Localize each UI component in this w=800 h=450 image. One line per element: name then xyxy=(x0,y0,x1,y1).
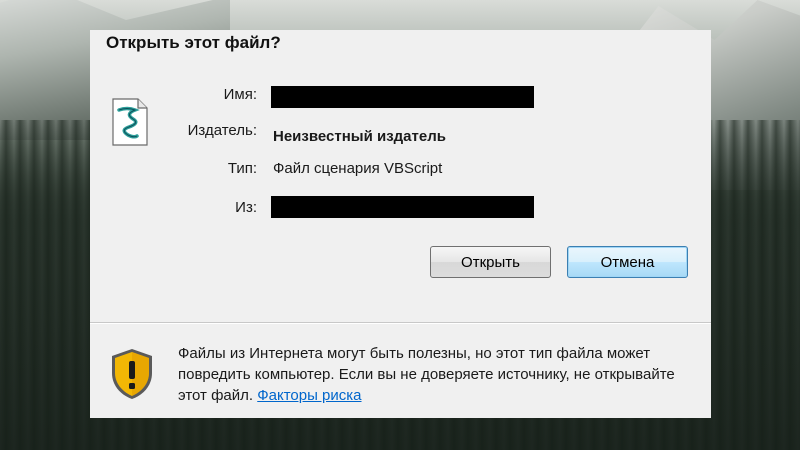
publisher-value: Неизвестный издатель xyxy=(273,128,446,145)
open-button[interactable]: Открыть xyxy=(430,246,551,278)
cancel-button[interactable]: Отмена xyxy=(567,246,688,278)
type-value: Файл сценария VBScript xyxy=(273,160,443,177)
open-file-dialog: Открыть этот файл? Имя: Издатель: Неизве… xyxy=(90,30,711,418)
from-label: Из: xyxy=(235,199,257,216)
warning-text: Файлы из Интернета могут быть полезны, н… xyxy=(178,345,675,404)
dialog-title: Открыть этот файл? xyxy=(106,33,281,52)
publisher-label: Издатель: xyxy=(187,122,257,139)
warning-message: Файлы из Интернета могут быть полезны, н… xyxy=(178,343,703,406)
from-value-redacted xyxy=(271,196,534,218)
shield-warning-icon xyxy=(112,349,152,399)
name-value-redacted xyxy=(271,86,534,108)
dialog-separator xyxy=(90,322,711,324)
risk-factors-link[interactable]: Факторы риска xyxy=(257,387,361,404)
type-label: Тип: xyxy=(227,160,257,177)
name-label: Имя: xyxy=(223,86,257,103)
vbscript-file-icon xyxy=(112,98,148,146)
